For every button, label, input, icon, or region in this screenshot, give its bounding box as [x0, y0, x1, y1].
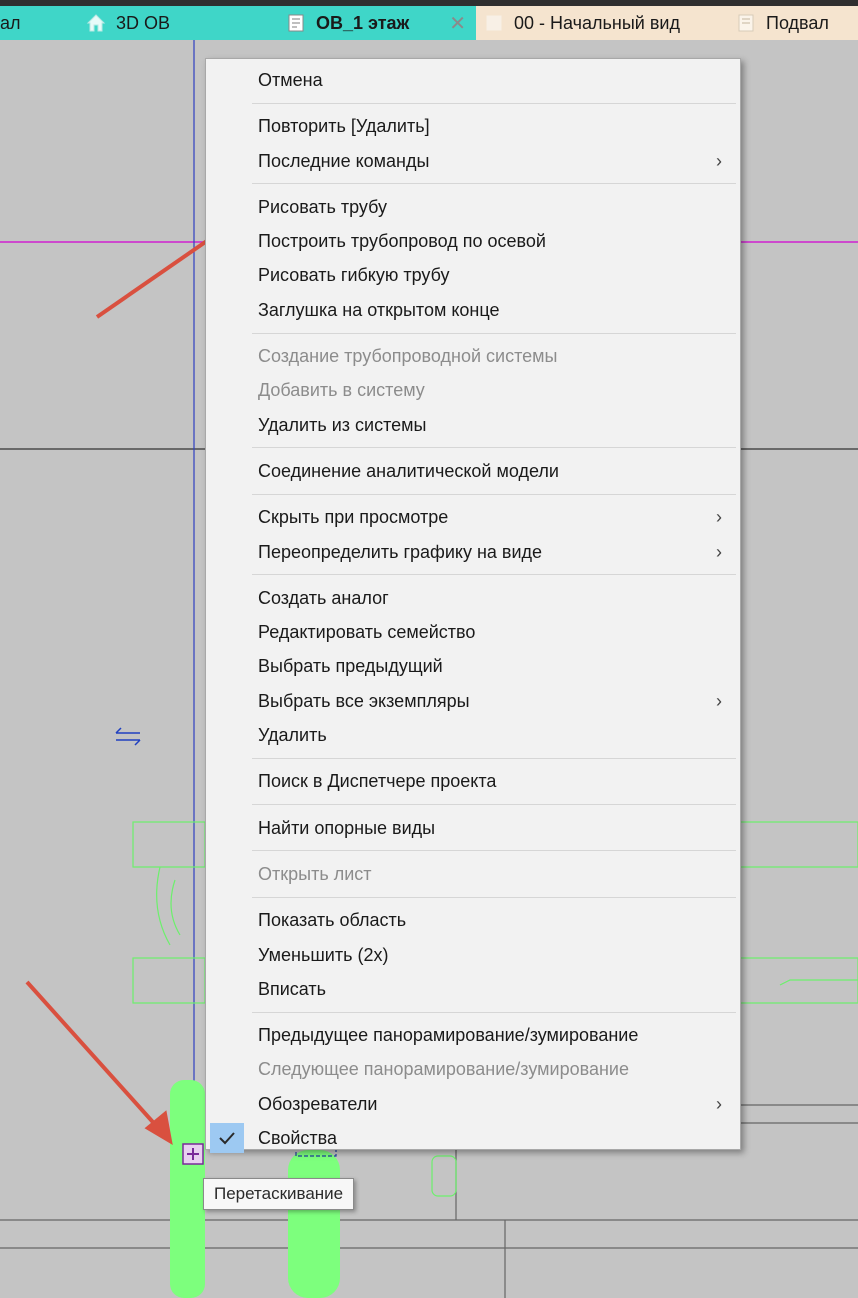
menu-item[interactable]: Рисовать гибкую трубу [206, 258, 740, 292]
menu-item-label: Обозреватели [258, 1093, 378, 1114]
menu-item[interactable]: Свойства [206, 1121, 740, 1155]
menu-item-label: Добавить в систему [258, 380, 425, 401]
menu-item-label: Повторить [Удалить] [258, 116, 430, 137]
menu-item[interactable]: Выбрать все экземпляры › [206, 684, 740, 718]
menu-item[interactable]: Построить трубопровод по осевой [206, 224, 740, 258]
menu-item-label: Предыдущее панорамирование/зумирование [258, 1025, 639, 1046]
menu-item-label: Поиск в Диспетчере проекта [258, 771, 497, 792]
menu-separator [252, 757, 736, 759]
menu-item[interactable]: Соединение аналитической модели [206, 454, 740, 488]
menu-separator [252, 574, 736, 576]
tab-label: ОВ_1 этаж [316, 12, 410, 33]
view-tab-bar: ал 3D ОВ ОВ_1 этаж ✕ 00 - Начальный вид … [0, 0, 858, 40]
tab-initial-view[interactable]: 00 - Начальный вид [476, 6, 728, 40]
menu-item[interactable]: Обозреватели › [206, 1087, 740, 1121]
menu-item-label: Построить трубопровод по осевой [258, 231, 546, 252]
menu-item: Добавить в систему [206, 373, 740, 407]
menu-separator [252, 332, 736, 334]
chevron-right-icon: › [716, 541, 722, 562]
menu-item[interactable]: Удалить из системы [206, 408, 740, 442]
menu-separator [252, 447, 736, 449]
menu-item-label: Последние команды [258, 150, 430, 171]
menu-item[interactable]: Удалить [206, 718, 740, 752]
menu-item-label: Найти опорные виды [258, 817, 436, 838]
menu-item[interactable]: Выбрать предыдущий [206, 649, 740, 683]
menu-item-label: Создать аналог [258, 587, 389, 608]
menu-separator [252, 102, 736, 104]
menu-item[interactable]: Редактировать семейство [206, 615, 740, 649]
close-icon[interactable]: ✕ [449, 11, 466, 36]
menu-item[interactable]: Повторить [Удалить] [206, 109, 740, 143]
menu-item-label: Переопределить графику на виде [258, 541, 543, 562]
checkmark-icon [210, 1123, 244, 1154]
tab-label: 3D ОВ [116, 12, 171, 33]
menu-item: Следующее панорамирование/зумирование [206, 1052, 740, 1086]
menu-item[interactable]: Найти опорные виды [206, 811, 740, 845]
menu-item-label: Редактировать семейство [258, 622, 476, 643]
menu-item-label: Рисовать трубу [258, 196, 388, 217]
flip-arrows-icon [115, 727, 141, 746]
menu-item[interactable]: Уменьшить (2x) [206, 938, 740, 972]
tab-ov-1-floor[interactable]: ОВ_1 этаж ✕ [278, 6, 476, 40]
menu-separator [252, 1011, 736, 1013]
menu-item-label: Отмена [258, 70, 323, 90]
menu-item-label: Удалить из системы [258, 414, 427, 435]
floorplan-icon [736, 13, 756, 33]
chevron-right-icon: › [716, 1093, 722, 1114]
menu-item-label: Соединение аналитической модели [258, 460, 559, 481]
menu-item[interactable]: Создать аналог [206, 581, 740, 615]
menu-separator [252, 896, 736, 898]
drag-tooltip: Перетаскивание [203, 1178, 355, 1210]
tab-label: Подвал [766, 12, 829, 33]
menu-item[interactable]: Поиск в Диспетчере проекта [206, 764, 740, 798]
menu-item-label: Удалить [258, 725, 327, 746]
menu-item[interactable]: Переопределить графику на виде › [206, 535, 740, 569]
view-icon [484, 13, 504, 33]
menu-item[interactable]: Заглушка на открытом конце [206, 293, 740, 327]
menu-item-label: Свойства [258, 1128, 338, 1149]
menu-item[interactable]: Рисовать трубу [206, 190, 740, 224]
tab-label: 00 - Начальный вид [514, 12, 680, 33]
menu-item[interactable]: Показать область [206, 903, 740, 937]
tab-3d-ov[interactable]: 3D ОВ [78, 6, 278, 40]
menu-item[interactable]: Вписать [206, 972, 740, 1006]
chevron-right-icon: › [716, 150, 722, 171]
menu-item-label: Выбрать все экземпляры [258, 690, 470, 711]
home-icon [86, 13, 106, 33]
menu-item-label: Вписать [258, 978, 327, 999]
menu-item-label: Следующее панорамирование/зумирование [258, 1059, 629, 1080]
menu-item: Открыть лист [206, 857, 740, 891]
menu-separator [252, 493, 736, 495]
tab-basement[interactable]: Подвал [728, 6, 858, 40]
tab-truncated[interactable]: ал [0, 6, 78, 40]
menu-item[interactable]: Скрыть при просмотре › [206, 500, 740, 534]
menu-item-label: Заглушка на открытом конце [258, 299, 500, 320]
menu-separator [252, 850, 736, 852]
menu-item[interactable]: Отмена [206, 63, 740, 97]
menu-item-label: Скрыть при просмотре [258, 507, 449, 528]
chevron-right-icon: › [716, 507, 722, 528]
menu-item: Создание трубопроводной системы [206, 339, 740, 373]
floorplan-icon [286, 13, 306, 33]
menu-item-label: Создание трубопроводной системы [258, 346, 558, 367]
context-menu: Отмена Повторить [Удалить] Последние коман… [205, 58, 741, 1154]
menu-item-label: Открыть лист [258, 863, 372, 884]
tab-label: ал [0, 12, 21, 33]
menu-separator [252, 804, 736, 806]
menu-item[interactable]: Предыдущее панорамирование/зумирование [206, 1018, 740, 1052]
menu-item-label: Показать область [258, 910, 407, 931]
menu-separator [252, 183, 736, 185]
menu-item-label: Уменьшить (2x) [258, 944, 389, 965]
chevron-right-icon: › [716, 690, 722, 711]
menu-item-label: Выбрать предыдущий [258, 656, 443, 677]
menu-item[interactable]: Последние команды › [206, 144, 740, 178]
menu-item-label: Рисовать гибкую трубу [258, 265, 450, 286]
drag-grip-icon [182, 1143, 204, 1165]
